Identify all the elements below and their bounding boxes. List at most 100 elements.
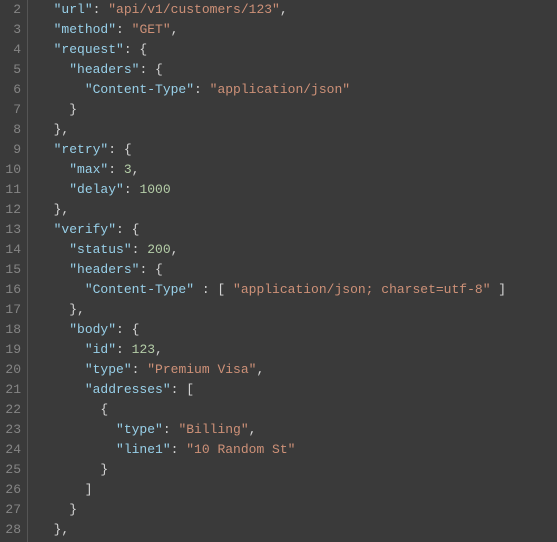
line-number: 8: [0, 120, 21, 140]
json-punct: :: [116, 342, 132, 357]
code-line[interactable]: "status": 200,: [38, 240, 557, 260]
code-line[interactable]: "body": {: [38, 320, 557, 340]
json-key: "verify": [54, 222, 116, 237]
json-punct: [38, 382, 85, 397]
json-punct: [38, 242, 69, 257]
code-line[interactable]: "headers": {: [38, 60, 557, 80]
json-punct: [38, 2, 54, 17]
code-line[interactable]: },: [38, 200, 557, 220]
json-punct: : {: [139, 62, 162, 77]
code-line[interactable]: },: [38, 520, 557, 540]
line-gutter: 2345678910111213141516171819202122232425…: [0, 0, 28, 542]
line-number: 27: [0, 500, 21, 520]
json-number: 1000: [139, 182, 170, 197]
code-line[interactable]: "verify": {: [38, 220, 557, 240]
code-line[interactable]: "Content-Type" : [ "application/json; ch…: [38, 280, 557, 300]
line-number: 3: [0, 20, 21, 40]
line-number: 28: [0, 520, 21, 540]
json-punct: :: [171, 442, 187, 457]
json-punct: [38, 142, 54, 157]
line-number: 20: [0, 360, 21, 380]
json-punct: :: [116, 22, 132, 37]
code-line[interactable]: "Content-Type": "application/json": [38, 80, 557, 100]
json-punct: :: [124, 182, 140, 197]
line-number: 10: [0, 160, 21, 180]
json-punct: [38, 342, 85, 357]
json-punct: ]: [38, 482, 93, 497]
code-line[interactable]: "line1": "10 Random St": [38, 440, 557, 460]
json-punct: },: [38, 122, 69, 137]
code-line[interactable]: }: [38, 500, 557, 520]
code-line[interactable]: {: [38, 400, 557, 420]
json-punct: : [: [171, 382, 194, 397]
line-number: 25: [0, 460, 21, 480]
json-key: "method": [54, 22, 116, 37]
code-line[interactable]: "url": "api/v1/customers/123",: [38, 0, 557, 20]
json-punct: [38, 42, 54, 57]
code-line[interactable]: },: [38, 300, 557, 320]
json-punct: [38, 322, 69, 337]
code-line[interactable]: }: [38, 100, 557, 120]
line-number: 24: [0, 440, 21, 460]
line-number: 13: [0, 220, 21, 240]
json-key: "type": [85, 362, 132, 377]
json-punct: {: [38, 402, 108, 417]
line-number: 21: [0, 380, 21, 400]
code-line[interactable]: "request": {: [38, 40, 557, 60]
json-punct: [38, 222, 54, 237]
json-number: 200: [147, 242, 170, 257]
line-number: 14: [0, 240, 21, 260]
code-line[interactable]: "delay": 1000: [38, 180, 557, 200]
json-key: "headers": [69, 262, 139, 277]
json-punct: ,: [171, 242, 179, 257]
json-punct: [38, 422, 116, 437]
code-line[interactable]: "max": 3,: [38, 160, 557, 180]
code-line[interactable]: "addresses": [: [38, 380, 557, 400]
code-line[interactable]: "method": "GET",: [38, 20, 557, 40]
json-punct: ,: [171, 22, 179, 37]
json-punct: : {: [116, 322, 139, 337]
code-line[interactable]: },: [38, 120, 557, 140]
json-number: 123: [132, 342, 155, 357]
json-punct: [38, 182, 69, 197]
code-editor[interactable]: 2345678910111213141516171819202122232425…: [0, 0, 557, 542]
code-line[interactable]: "type": "Billing",: [38, 420, 557, 440]
line-number: 18: [0, 320, 21, 340]
json-punct: ,: [132, 162, 140, 177]
json-punct: : {: [116, 222, 139, 237]
json-punct: :: [194, 82, 210, 97]
json-punct: [38, 442, 116, 457]
line-number: 11: [0, 180, 21, 200]
json-key: "Content-Type": [85, 82, 194, 97]
line-number: 12: [0, 200, 21, 220]
json-number: 3: [124, 162, 132, 177]
code-line[interactable]: "retry": {: [38, 140, 557, 160]
json-punct: : {: [124, 42, 147, 57]
line-number: 16: [0, 280, 21, 300]
json-key: "Content-Type": [85, 282, 194, 297]
line-number: 4: [0, 40, 21, 60]
json-string: "Billing": [178, 422, 248, 437]
json-key: "addresses": [85, 382, 171, 397]
json-string: "application/json; charset=utf-8": [233, 282, 490, 297]
json-punct: }: [38, 102, 77, 117]
line-number: 17: [0, 300, 21, 320]
code-line[interactable]: }: [38, 460, 557, 480]
code-line[interactable]: "id": 123,: [38, 340, 557, 360]
code-line[interactable]: "type": "Premium Visa",: [38, 360, 557, 380]
json-punct: [38, 162, 69, 177]
json-punct: ,: [249, 422, 257, 437]
json-punct: :: [108, 162, 124, 177]
line-number: 2: [0, 0, 21, 20]
line-number: 9: [0, 140, 21, 160]
code-line[interactable]: "headers": {: [38, 260, 557, 280]
json-key: "max": [69, 162, 108, 177]
code-area[interactable]: "url": "api/v1/customers/123", "method":…: [28, 0, 557, 542]
json-punct: [38, 82, 85, 97]
json-punct: }: [38, 502, 77, 517]
line-number: 7: [0, 100, 21, 120]
json-punct: :: [132, 242, 148, 257]
json-key: "delay": [69, 182, 124, 197]
line-number: 23: [0, 420, 21, 440]
code-line[interactable]: ]: [38, 480, 557, 500]
